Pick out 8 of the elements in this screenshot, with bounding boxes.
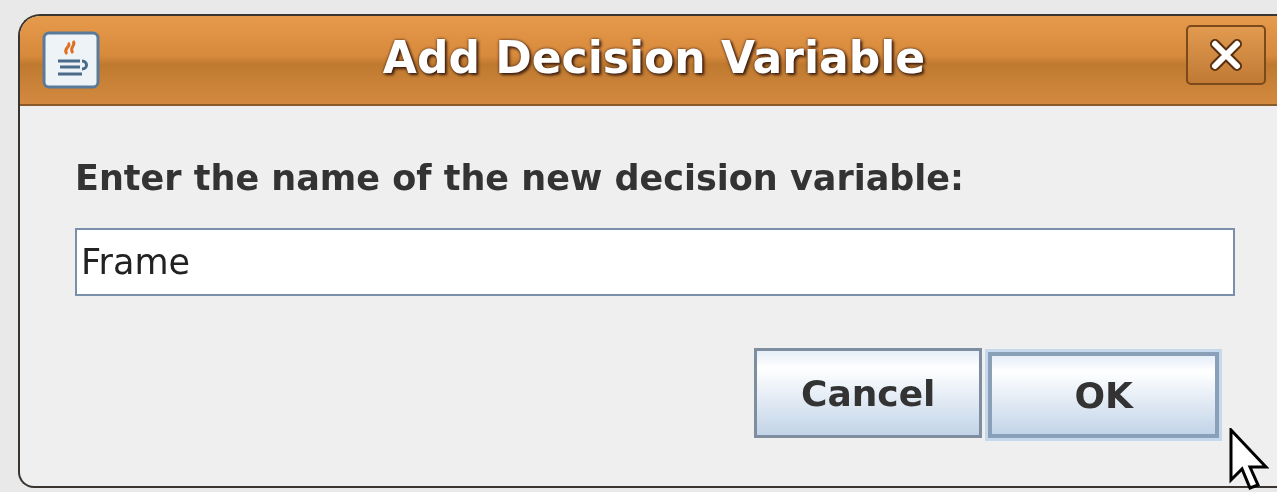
coffee-cup-icon[interactable]: [42, 31, 100, 89]
prompt-text: Enter the name of the new decision variable:: [75, 158, 966, 198]
name-input-field[interactable]: Frame: [75, 228, 1235, 296]
cancel-button[interactable]: Cancel: [754, 348, 983, 438]
ok-button[interactable]: OK: [988, 352, 1219, 438]
mouse-pointer-icon: [1228, 428, 1272, 492]
close-button[interactable]: [1186, 25, 1266, 85]
window-title: Add Decision Variable: [382, 32, 926, 83]
